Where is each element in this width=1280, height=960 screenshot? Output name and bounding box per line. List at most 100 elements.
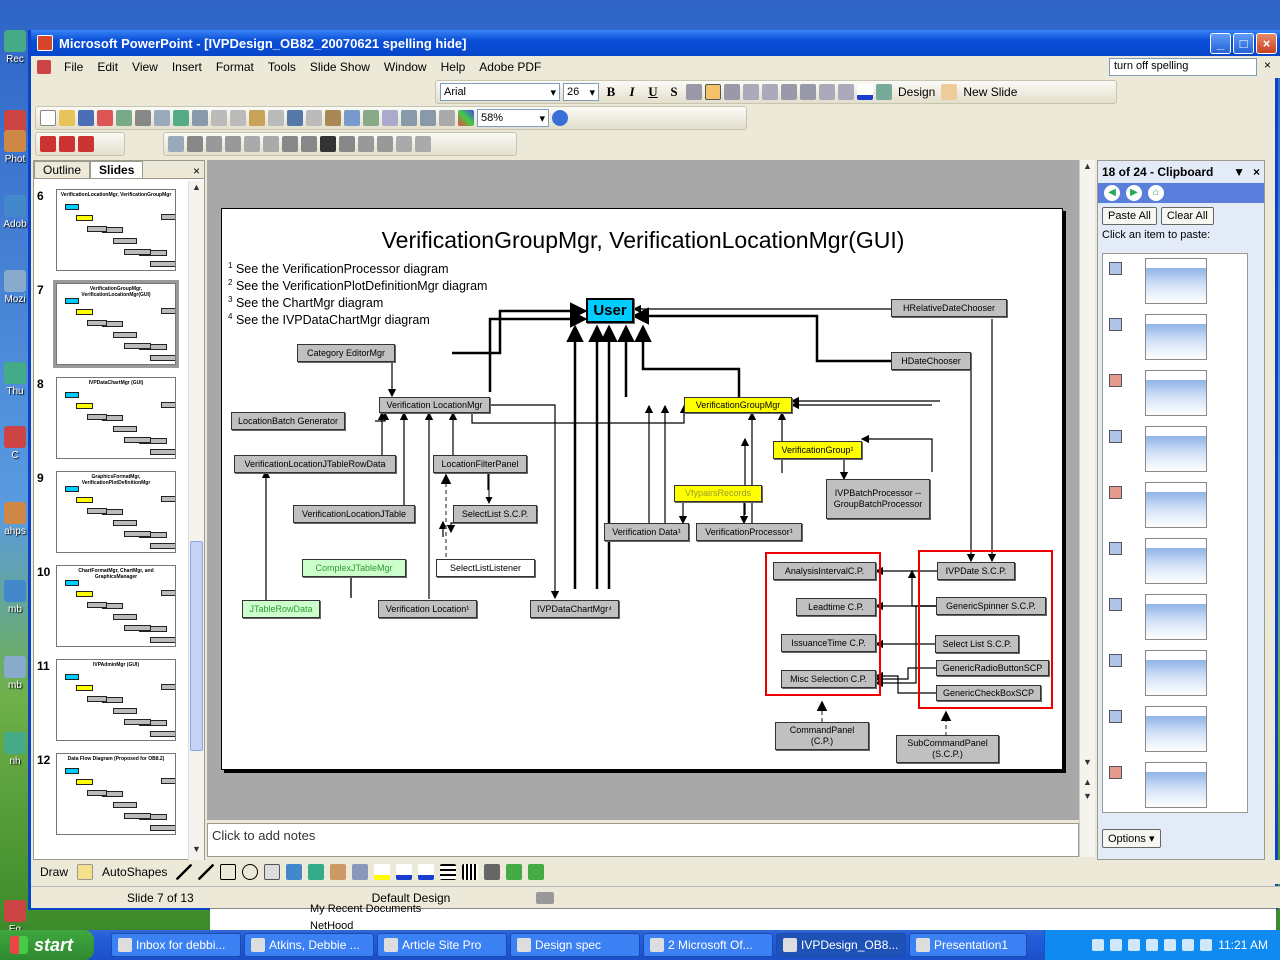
font-select[interactable]: Arial ▾ (440, 83, 560, 101)
spelling-status-icon[interactable] (536, 891, 554, 904)
diagram-icon[interactable] (308, 864, 325, 880)
spelling-icon[interactable] (173, 110, 189, 126)
notes-pane[interactable]: Click to add notes (207, 823, 1079, 857)
scroll-up-icon[interactable]: ▲ (190, 181, 203, 195)
desktop-icon[interactable]: ahps (0, 502, 30, 537)
tab-outline[interactable]: Outline (34, 161, 91, 178)
line-icon[interactable] (176, 864, 193, 880)
close-pane-button[interactable]: × (189, 164, 204, 178)
slide-thumbnail[interactable]: VerificationGroupMgr, VerificationLocati… (53, 280, 179, 368)
convert-pdf-icon[interactable] (40, 136, 56, 152)
close-document-button[interactable]: × (1264, 58, 1271, 72)
tray-icon[interactable] (1110, 939, 1123, 951)
desktop-icon[interactable]: mb (0, 580, 30, 615)
node-location-batch-generator[interactable]: LocationBatch Generator (231, 412, 345, 430)
taskbar-button[interactable]: Atkins, Debbie ... (244, 933, 374, 957)
redo-icon[interactable] (306, 110, 322, 126)
font-color-icon[interactable] (418, 864, 435, 880)
taskbar-button[interactable]: Article Site Pro (377, 933, 507, 957)
node-select-list-scp[interactable]: SelectList S.C.P. (453, 505, 537, 523)
paste-all-button[interactable]: Paste All (1102, 207, 1157, 225)
node-vl-jtable[interactable]: VerificationLocationJTable (293, 505, 415, 523)
font-color-icon[interactable] (857, 84, 873, 100)
3d-style-icon[interactable] (528, 864, 545, 880)
more-contrast-icon[interactable] (206, 136, 222, 152)
arrow-icon[interactable] (198, 864, 215, 880)
zoom-select[interactable]: 58% ▾ (477, 109, 549, 127)
font-size-select[interactable]: 26 ▾ (563, 83, 599, 101)
clipboard-item[interactable] (1107, 706, 1243, 756)
less-brightness-icon[interactable] (263, 136, 279, 152)
print-preview-icon[interactable] (154, 110, 170, 126)
node-ivp-batch-processor[interactable]: IVPBatchProcessor -- GroupBatchProcessor (826, 479, 930, 519)
taskbar-button[interactable]: IVPDesign_OB8... (776, 933, 906, 957)
arrow-style-icon[interactable] (484, 864, 501, 880)
taskbar-button[interactable]: Inbox for debbi... (111, 933, 241, 957)
decrease-font-icon[interactable] (800, 84, 816, 100)
previous-slide-icon[interactable]: ▲ (1081, 776, 1094, 790)
less-contrast-icon[interactable] (225, 136, 241, 152)
underline-button[interactable]: U (644, 84, 662, 100)
increase-indent-icon[interactable] (838, 84, 854, 100)
shadow-button[interactable]: S (665, 84, 683, 100)
slide-thumbnail[interactable]: VerificationLocationMgr, VerificationGro… (56, 189, 176, 271)
new-icon[interactable] (40, 110, 56, 126)
document-icon[interactable] (37, 60, 51, 74)
desktop-icon[interactable]: Phot (0, 130, 30, 165)
expand-all-icon[interactable] (401, 110, 417, 126)
taskbar-button[interactable]: 2 Microsoft Of... (643, 933, 773, 957)
menu-file[interactable]: File (57, 60, 90, 74)
rectangle-icon[interactable] (220, 864, 237, 880)
clipboard-item[interactable] (1107, 426, 1243, 476)
menu-insert[interactable]: Insert (165, 60, 209, 74)
research-icon[interactable] (192, 110, 208, 126)
slide-canvas[interactable]: VerificationGroupMgr, VerificationLocati… (221, 208, 1063, 770)
start-button[interactable]: start (0, 930, 94, 960)
design-button[interactable]: Design (895, 85, 938, 99)
desktop-icon[interactable]: Adob (0, 195, 30, 230)
tab-slides[interactable]: Slides (90, 161, 144, 178)
forward-icon[interactable]: ▶ (1126, 185, 1142, 201)
menu-help[interactable]: Help (434, 60, 473, 74)
clipboard-item[interactable] (1107, 482, 1243, 532)
numbering-icon[interactable] (743, 84, 759, 100)
home-icon[interactable]: ⌂ (1148, 185, 1164, 201)
menu-window[interactable]: Window (377, 60, 434, 74)
copy-icon[interactable] (230, 110, 246, 126)
insert-table-icon[interactable] (344, 110, 360, 126)
line-color-icon[interactable] (396, 864, 413, 880)
tray-icon[interactable] (1092, 939, 1105, 951)
taskbar-button[interactable]: Design spec (510, 933, 640, 957)
transparent-color-icon[interactable] (396, 136, 412, 152)
autoshapes-menu[interactable]: AutoShapes (99, 865, 170, 879)
desktop-icon[interactable]: nh (0, 732, 30, 767)
clipboard-item[interactable] (1107, 650, 1243, 700)
menu-tools[interactable]: Tools (261, 60, 303, 74)
save-icon[interactable] (78, 110, 94, 126)
tray-icon[interactable] (1146, 939, 1159, 951)
node-hrelative-date-chooser[interactable]: HRelativeDateChooser (891, 299, 1007, 317)
recolor-icon[interactable] (358, 136, 374, 152)
email-icon[interactable] (116, 110, 132, 126)
clip-art-icon[interactable] (330, 864, 347, 880)
bold-button[interactable]: B (602, 84, 620, 100)
draw-menu[interactable]: Draw (37, 865, 71, 879)
node-verification-data[interactable]: Verification Data¹ (604, 523, 689, 541)
tables-borders-icon[interactable] (363, 110, 379, 126)
desktop-icon[interactable]: Rec (0, 30, 30, 65)
volume-icon[interactable] (1164, 939, 1177, 951)
help-icon[interactable] (552, 110, 568, 126)
scroll-down-icon[interactable]: ▼ (1081, 756, 1094, 770)
format-painter-icon[interactable] (268, 110, 284, 126)
scroll-up-icon[interactable]: ▲ (1081, 160, 1094, 174)
node-verification-processor[interactable]: VerificationProcessor¹ (696, 523, 802, 541)
node-vfypairs-records[interactable]: VfypairsRecords (674, 485, 762, 502)
help-search-input[interactable]: turn off spelling (1109, 58, 1257, 76)
desktop-icon[interactable]: C (0, 426, 30, 461)
node-sub-command-panel[interactable]: SubCommandPanel (S.C.P.) (896, 735, 999, 763)
paste-icon[interactable] (249, 110, 265, 126)
minimize-button[interactable]: _ (1210, 33, 1231, 54)
text-box-icon[interactable] (264, 864, 281, 880)
back-icon[interactable]: ◀ (1104, 185, 1120, 201)
slide-thumbnail[interactable]: ChartFormatMgr, ChartMgr, and GraphicsMa… (56, 565, 176, 647)
